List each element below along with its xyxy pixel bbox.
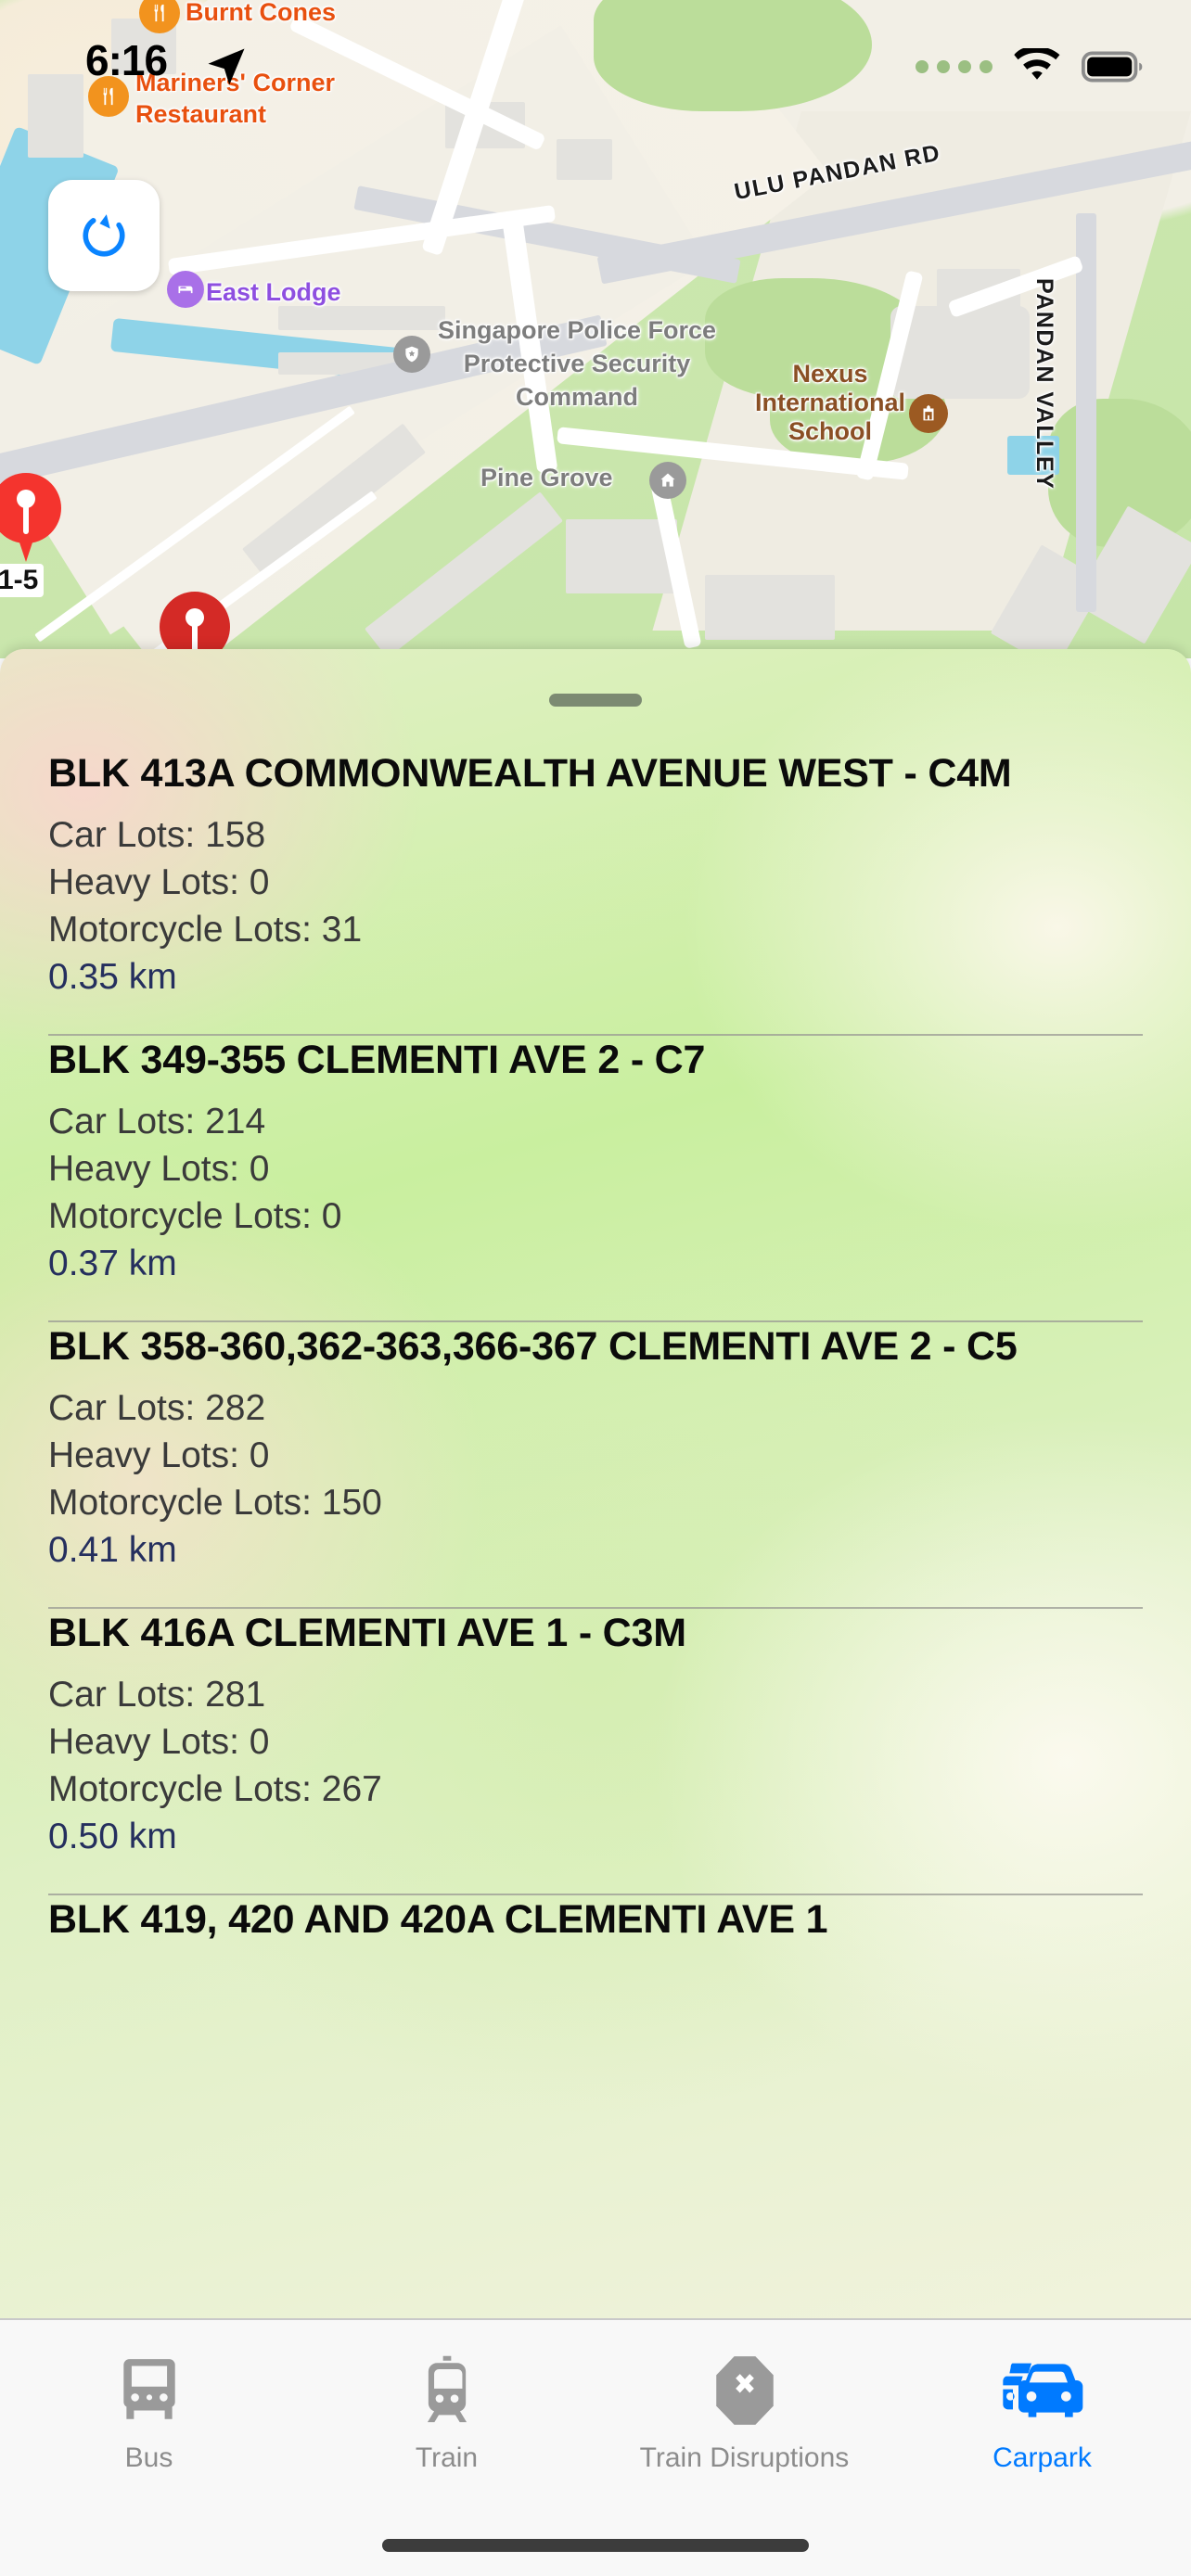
school-icon [918,403,939,424]
carpark-heavy-lots: Heavy Lots: 0 [48,859,1143,906]
carpark-distance: 0.37 km [48,1240,1143,1287]
burnt-cones-label: Burnt Cones [186,0,336,26]
location-arrow-icon [202,43,250,91]
pine-grove-label: Pine Grove [480,464,613,491]
carpark-distance: 0.35 km [48,953,1143,1001]
carpark-car-lots: Car Lots: 281 [48,1671,1143,1718]
police-badge-icon [403,345,421,363]
carpark-motorcycle-lots: Motorcycle Lots: 150 [48,1479,1143,1526]
tab-train-disruptions-label: Train Disruptions [640,2442,850,2474]
tab-bus-label: Bus [125,2442,173,2474]
mariners-corner-label: Mariners' Corner Restaurant [135,67,451,130]
carpark-distance: 0.50 km [48,1813,1143,1860]
refresh-icon [74,206,134,265]
carpark-heavy-lots: Heavy Lots: 0 [48,1432,1143,1479]
carpark-name: BLK 419, 420 AND 420A CLEMENTI AVE 1 [48,1895,1143,1944]
carpark-distance: 0.41 km [48,1526,1143,1574]
map-building [557,139,612,180]
wifi-icon [1011,48,1063,85]
refresh-button[interactable] [48,180,160,291]
tab-carpark-label: Carpark [992,2442,1092,2474]
carpark-name: BLK 349-355 CLEMENTI AVE 2 - C7 [48,1036,1143,1084]
tab-bar: Bus Train Train Disruptions [0,2318,1191,2576]
two-cars-icon [996,2352,1089,2429]
pin-dot [186,608,204,627]
tab-carpark[interactable]: Carpark [893,2320,1191,2474]
status-indicators [916,48,1143,85]
fork-knife-icon [149,3,170,23]
carpark-pin-label: 1-5 [0,564,44,597]
police-label: Singapore Police Force Protective Securi… [429,313,725,414]
east-lodge-label: East Lodge [206,278,341,307]
police-marker[interactable] [393,336,430,373]
tab-train-label: Train [416,2442,478,2474]
tab-bus[interactable]: Bus [0,2320,298,2474]
pine-grove-marker[interactable] [649,462,686,499]
pandan-valley-label: PANDAN VALLEY [1031,278,1057,490]
carpark-heavy-lots: Heavy Lots: 0 [48,1718,1143,1766]
house-icon [659,471,677,490]
carpark-list-item[interactable]: BLK 358-360,362-363,366-367 CLEMENTI AVE… [0,1322,1191,1594]
tab-train-disruptions[interactable]: Train Disruptions [596,2320,893,2474]
tab-train[interactable]: Train [298,2320,596,2474]
carpark-details: Car Lots: 214Heavy Lots: 0Motorcycle Lot… [48,1098,1143,1307]
carpark-car-lots: Car Lots: 158 [48,811,1143,859]
carpark-name: BLK 416A CLEMENTI AVE 1 - C3M [48,1609,1143,1657]
carpark-motorcycle-lots: Motorcycle Lots: 0 [48,1192,1143,1240]
carpark-list-item[interactable]: BLK 413A COMMONWEALTH AVENUE WEST - C4M C… [0,749,1191,1021]
home-indicator [382,2539,809,2552]
nexus-school-text: Nexus International School [755,360,905,445]
status-time: 6:16 [85,35,167,85]
bed-icon [176,280,195,299]
bus-icon [114,2352,185,2429]
battery-full-icon [1082,51,1143,83]
map-road-pandan-valley [1076,213,1096,612]
map-building [28,74,83,158]
carpark-motorcycle-lots: Motorcycle Lots: 267 [48,1766,1143,1813]
pin-label-text: 1-5 [0,565,38,595]
carpark-list-item[interactable]: BLK 419, 420 AND 420A CLEMENTI AVE 1 [0,1895,1191,1944]
carpark-list-item[interactable]: BLK 349-355 CLEMENTI AVE 2 - C7 Car Lots:… [0,1036,1191,1307]
map-view[interactable]: Burnt Cones Mariners' Corner Restaurant … [0,0,1191,658]
octagon-x-icon [712,2352,777,2429]
carpark-car-lots: Car Lots: 282 [48,1384,1143,1432]
carpark-pin[interactable] [0,473,61,566]
app-screen: Burnt Cones Mariners' Corner Restaurant … [0,0,1191,2576]
police-label-text: Singapore Police Force Protective Securi… [438,316,716,411]
nexus-school-label: Nexus International School [742,360,918,446]
carpark-name: BLK 413A COMMONWEALTH AVENUE WEST - C4M [48,749,1143,797]
pin-dot [17,490,35,508]
map-building [278,306,445,330]
sheet-drag-handle[interactable] [549,694,642,707]
east-lodge-marker[interactable] [167,271,204,308]
carpark-motorcycle-lots: Motorcycle Lots: 31 [48,906,1143,953]
carpark-details: Car Lots: 281Heavy Lots: 0Motorcycle Lot… [48,1671,1143,1881]
train-icon [418,2352,476,2429]
carpark-bottom-sheet[interactable]: BLK 413A COMMONWEALTH AVENUE WEST - C4M C… [0,649,1191,2318]
carpark-list-item[interactable]: BLK 416A CLEMENTI AVE 1 - C3M Car Lots: 2… [0,1609,1191,1881]
carpark-name: BLK 358-360,362-363,366-367 CLEMENTI AVE… [48,1322,1143,1371]
carpark-list[interactable]: BLK 413A COMMONWEALTH AVENUE WEST - C4M C… [0,749,1191,1944]
pin-stem [23,504,29,534]
carpark-details: Car Lots: 282Heavy Lots: 0Motorcycle Lot… [48,1384,1143,1594]
signal-dots-icon [916,60,992,73]
carpark-car-lots: Car Lots: 214 [48,1098,1143,1145]
fork-knife-icon [98,86,119,107]
map-building [705,575,835,640]
carpark-details: Car Lots: 158Heavy Lots: 0Motorcycle Lot… [48,811,1143,1021]
carpark-heavy-lots: Heavy Lots: 0 [48,1145,1143,1192]
